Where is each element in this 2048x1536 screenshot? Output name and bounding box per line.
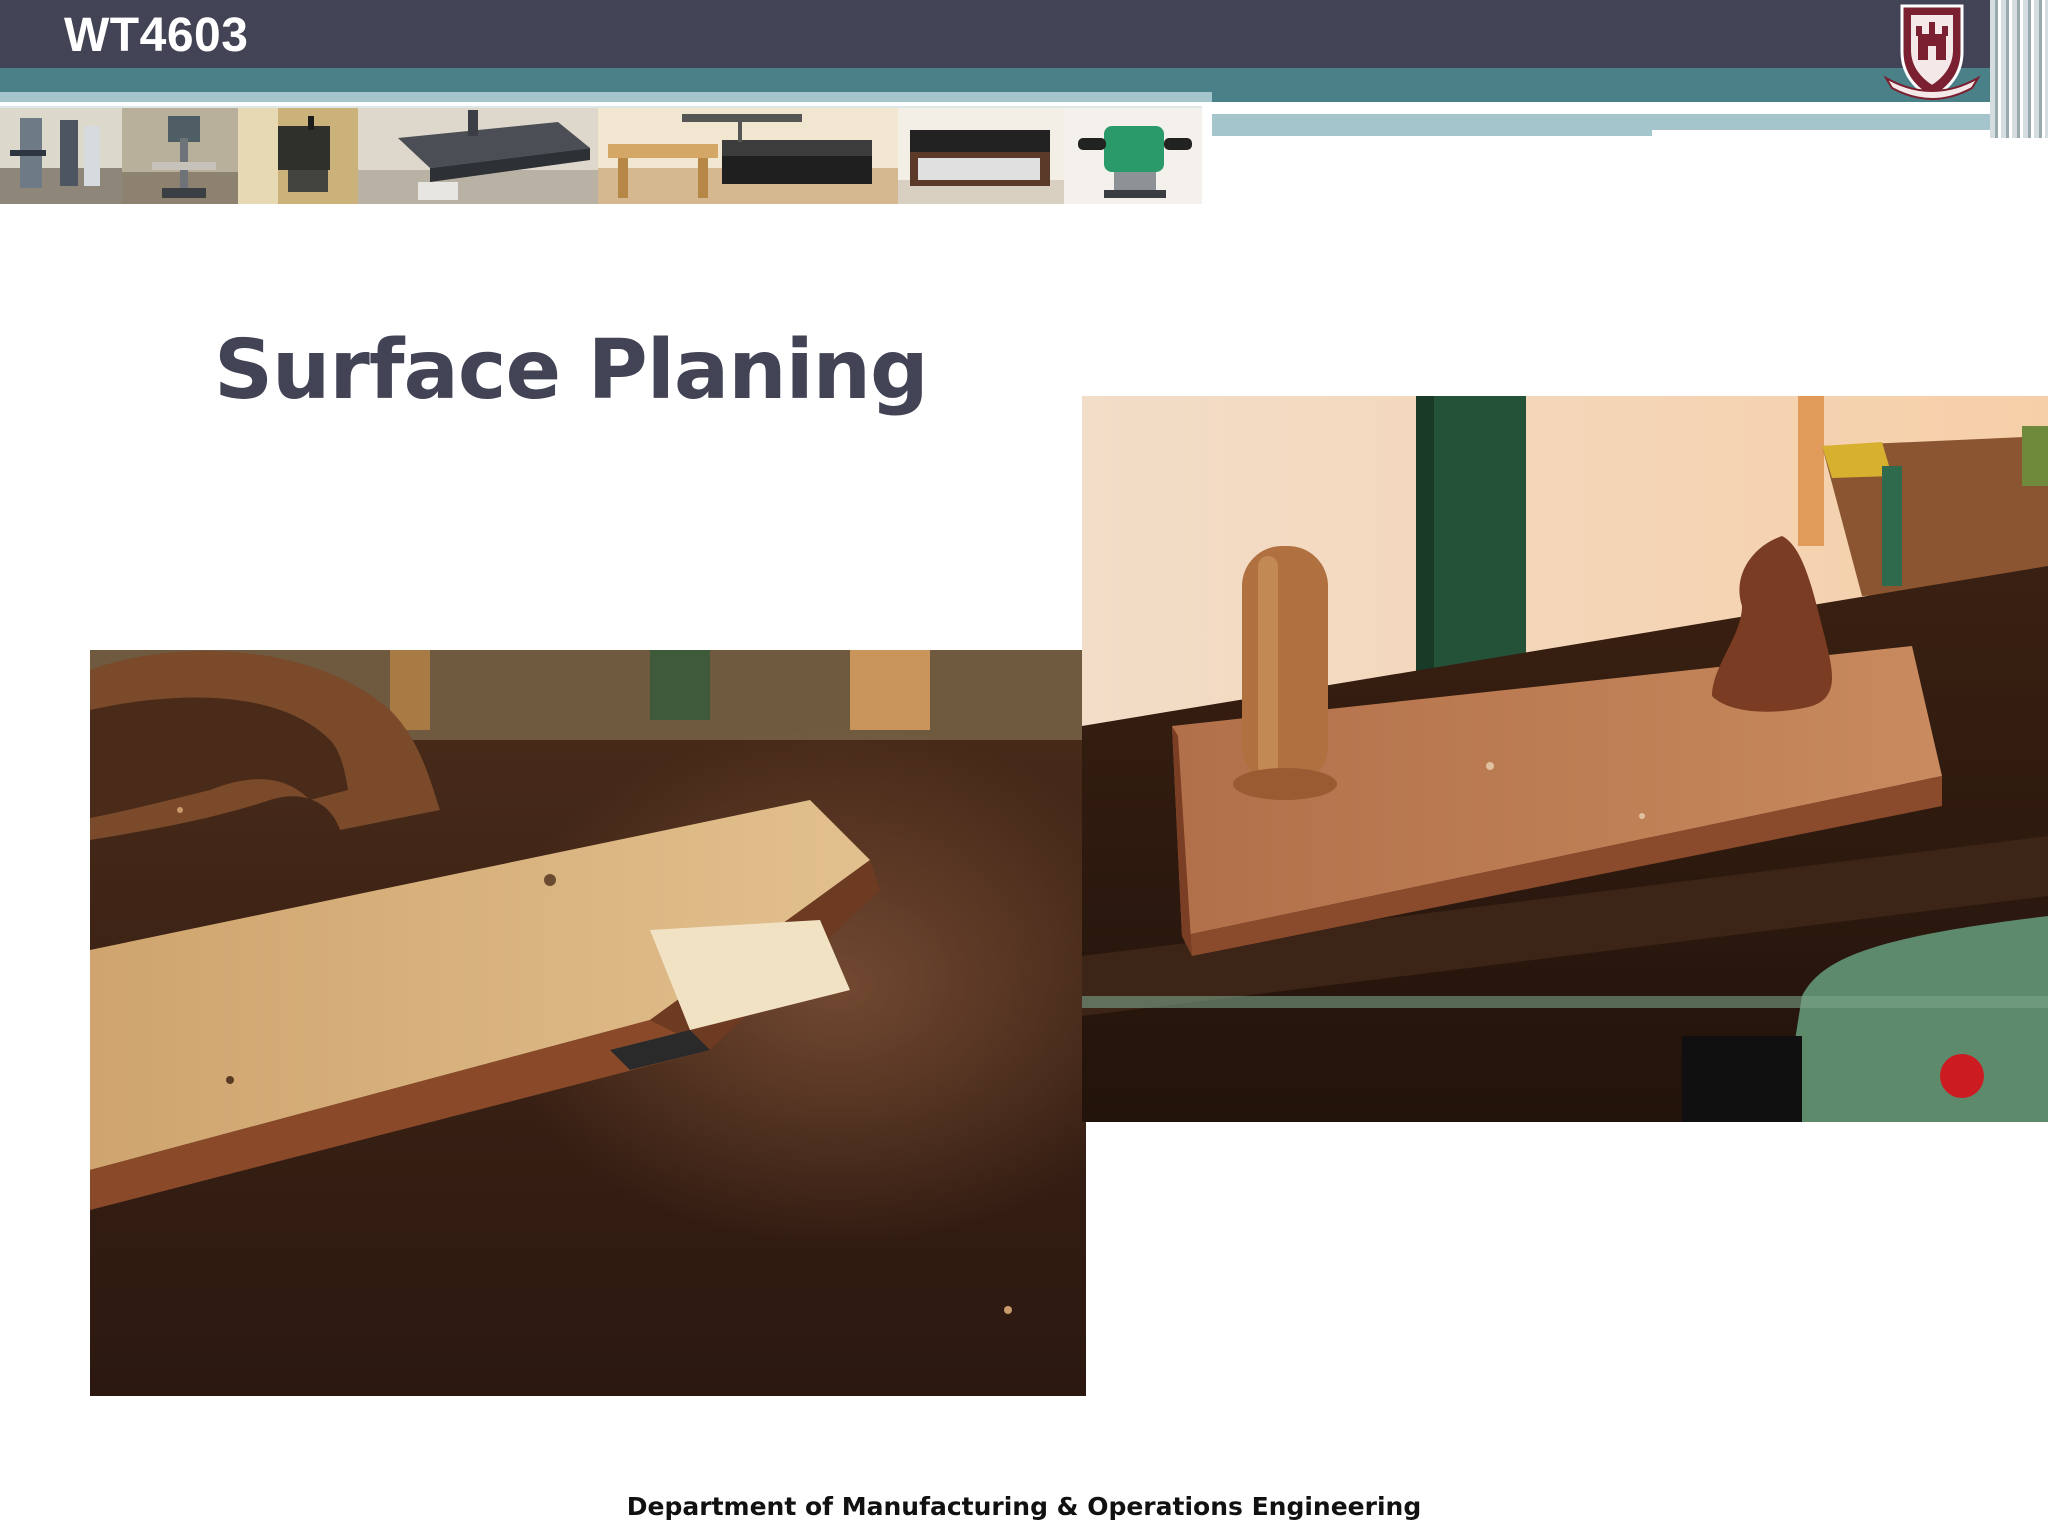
hand-router-photo — [1064, 108, 1202, 204]
header-deco-line — [1212, 102, 1912, 112]
machine-image-strip — [0, 106, 1202, 204]
wooden-plane-on-bench-photo — [1082, 396, 2048, 1122]
course-code: WT4603 — [64, 9, 249, 62]
header-teal-band — [0, 68, 2048, 92]
planer-thicknesser-photo — [358, 108, 598, 204]
header-light-band — [0, 92, 1212, 102]
bandsaw-photo — [0, 108, 122, 204]
footer-department: Department of Manufacturing & Operations… — [626, 1492, 1422, 1521]
header-deco-line — [1652, 130, 2012, 136]
header-bar — [0, 0, 2048, 68]
slide-title: Surface Planing — [214, 323, 929, 418]
router-table-photo — [898, 108, 1064, 204]
university-crest-icon — [1880, 0, 1984, 104]
pillar-drill-photo — [122, 108, 238, 204]
scroll-saw-photo — [238, 108, 358, 204]
header-edge-stripes — [1990, 0, 2048, 138]
hand-plane-closeup-photo — [90, 650, 1086, 1396]
table-saw-photo — [598, 108, 898, 204]
